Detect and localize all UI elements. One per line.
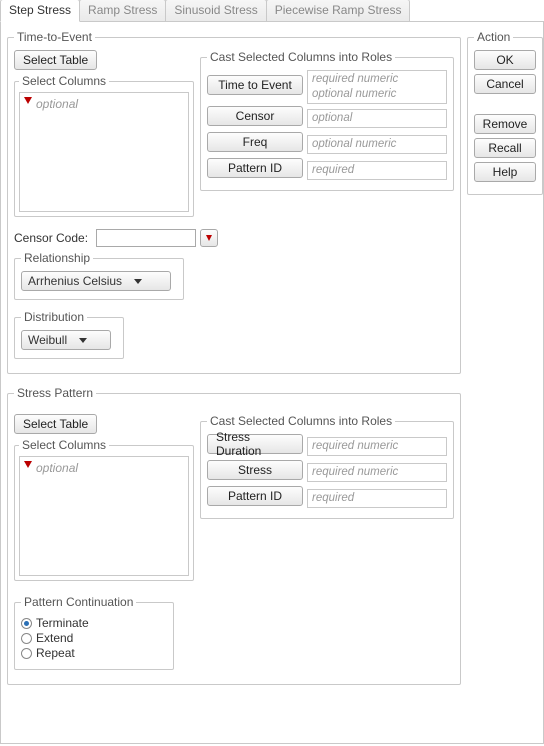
relationship-group: Relationship Arrhenius Celsius	[14, 251, 184, 300]
relationship-dropdown[interactable]: Arrhenius Celsius	[21, 271, 171, 291]
distribution-group: Distribution Weibull	[14, 310, 124, 359]
radio-icon	[21, 633, 32, 644]
stress-button[interactable]: Stress	[207, 460, 303, 480]
stress-pattern-group: Stress Pattern Select Table Select Colum…	[7, 386, 461, 685]
select-columns-placeholder-sp: optional	[36, 461, 78, 571]
freq-button[interactable]: Freq	[207, 132, 303, 152]
radio-repeat[interactable]: Repeat	[21, 646, 167, 660]
distribution-dropdown[interactable]: Weibull	[21, 330, 111, 350]
radio-repeat-label: Repeat	[36, 646, 75, 660]
stress-pattern-legend: Stress Pattern	[14, 386, 96, 400]
censor-button[interactable]: Censor	[207, 106, 303, 126]
tab-step-stress[interactable]: Step Stress	[0, 0, 80, 22]
time-to-event-group: Time-to-Event Select Table Select Column…	[7, 30, 461, 374]
pattern-id-slot-sp[interactable]: required	[307, 489, 447, 508]
radio-terminate[interactable]: Terminate	[21, 616, 167, 630]
tab-ramp-stress[interactable]: Ramp Stress	[79, 0, 166, 21]
select-table-button-tte[interactable]: Select Table	[14, 50, 97, 70]
tab-piecewise-ramp-stress[interactable]: Piecewise Ramp Stress	[266, 0, 411, 21]
select-columns-placeholder-tte: optional	[36, 97, 78, 207]
distribution-value: Weibull	[28, 333, 67, 347]
cancel-button[interactable]: Cancel	[474, 74, 536, 94]
stress-duration-slot[interactable]: required numeric	[307, 437, 447, 456]
censor-code-label: Censor Code:	[14, 231, 88, 245]
censor-slot[interactable]: optional	[307, 109, 447, 128]
roles-legend-sp: Cast Selected Columns into Roles	[207, 414, 395, 428]
radio-extend[interactable]: Extend	[21, 631, 167, 645]
stress-slot[interactable]: required numeric	[307, 463, 447, 482]
radio-terminate-label: Terminate	[36, 616, 89, 630]
radio-icon	[21, 648, 32, 659]
pattern-id-button-tte[interactable]: Pattern ID	[207, 158, 303, 178]
red-triangle-icon[interactable]	[24, 97, 32, 104]
relationship-value: Arrhenius Celsius	[28, 274, 122, 288]
censor-code-dropdown-button[interactable]	[200, 229, 218, 247]
stress-duration-button[interactable]: Stress Duration	[207, 434, 303, 454]
tab-sinusoid-stress[interactable]: Sinusoid Stress	[165, 0, 266, 21]
page-body: Time-to-Event Select Table Select Column…	[0, 22, 544, 744]
red-triangle-icon[interactable]	[24, 461, 32, 468]
radio-extend-label: Extend	[36, 631, 73, 645]
select-columns-list-tte[interactable]: optional	[19, 92, 189, 212]
pattern-id-slot-tte[interactable]: required	[307, 161, 447, 180]
time-to-event-legend: Time-to-Event	[14, 30, 95, 44]
select-columns-group-sp: Select Columns optional	[14, 438, 194, 581]
censor-code-input[interactable]	[96, 229, 196, 247]
time-to-event-button[interactable]: Time to Event	[207, 75, 303, 95]
chevron-down-icon	[134, 279, 142, 284]
remove-button[interactable]: Remove	[474, 114, 536, 134]
ok-button[interactable]: OK	[474, 50, 536, 70]
roles-legend-tte: Cast Selected Columns into Roles	[207, 50, 395, 64]
action-legend: Action	[474, 30, 513, 44]
roles-group-tte: Cast Selected Columns into Roles Time to…	[200, 50, 454, 191]
relationship-legend: Relationship	[21, 251, 93, 265]
pattern-continuation-group: Pattern Continuation Terminate Extend Re…	[14, 595, 174, 670]
select-columns-legend-sp: Select Columns	[19, 438, 109, 452]
pattern-continuation-legend: Pattern Continuation	[21, 595, 136, 609]
freq-slot[interactable]: optional numeric	[307, 135, 447, 154]
select-columns-list-sp[interactable]: optional	[19, 456, 189, 576]
action-group: Action OK Cancel Remove Recall Help	[467, 30, 543, 195]
red-triangle-icon	[206, 235, 212, 241]
select-columns-legend-tte: Select Columns	[19, 74, 109, 88]
select-table-button-sp[interactable]: Select Table	[14, 414, 97, 434]
select-columns-group-tte: Select Columns optional	[14, 74, 194, 217]
radio-icon	[21, 618, 32, 629]
roles-group-sp: Cast Selected Columns into Roles Stress …	[200, 414, 454, 519]
recall-button[interactable]: Recall	[474, 138, 536, 158]
help-button[interactable]: Help	[474, 162, 536, 182]
pattern-id-button-sp[interactable]: Pattern ID	[207, 486, 303, 506]
distribution-legend: Distribution	[21, 310, 87, 324]
time-to-event-slot[interactable]: required numeric optional numeric	[307, 70, 447, 104]
tab-strip: Step Stress Ramp Stress Sinusoid Stress …	[0, 0, 544, 22]
chevron-down-icon	[79, 338, 87, 343]
